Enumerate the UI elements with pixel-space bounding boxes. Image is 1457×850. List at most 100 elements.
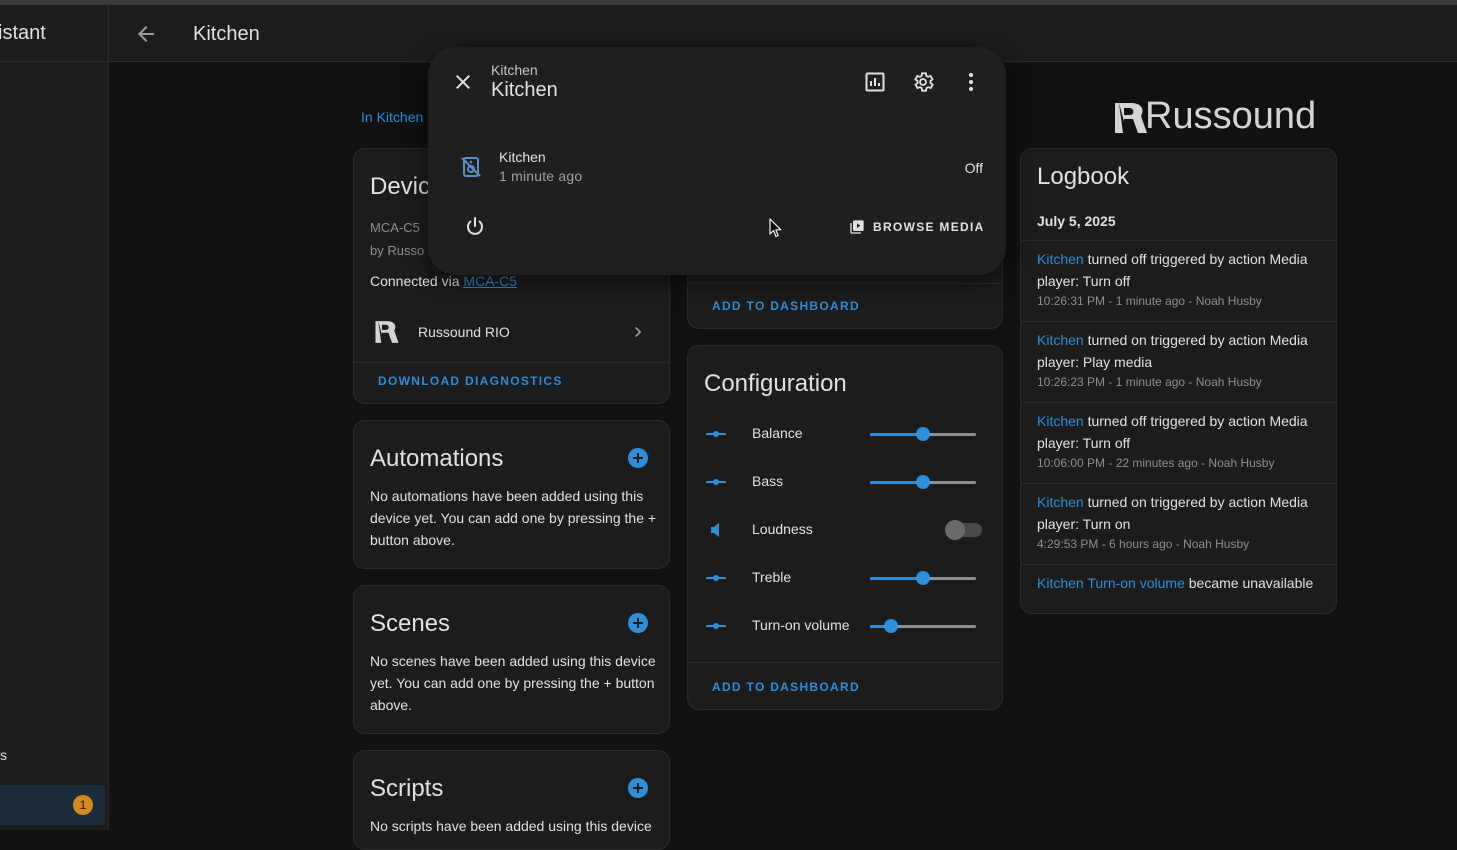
treble-slider[interactable] (870, 571, 976, 585)
scenes-title: Scenes (370, 610, 451, 637)
tune-slider-icon (706, 575, 726, 581)
integration-name: Russound RIO (418, 324, 510, 340)
log-entry-meta: 10:26:23 PM - 1 minute ago - Noah Husby (1037, 375, 1262, 389)
bass-slider[interactable] (870, 475, 976, 489)
dialog-subtitle: Kitchen (491, 62, 538, 78)
dialog-title: Kitchen (491, 79, 558, 101)
config-label: Bass (752, 473, 784, 489)
device-card-divider (354, 362, 669, 363)
config-row-treble: Treble (704, 566, 984, 590)
configuration-add-to-dashboard-button[interactable]: ADD TO DASHBOARD (712, 680, 860, 694)
tune-slider-icon (706, 623, 726, 629)
scripts-title: Scripts (370, 775, 444, 802)
log-entity-link[interactable]: Kitchen (1037, 332, 1084, 348)
russound-integration-icon (375, 321, 399, 343)
log-entry-meta: 4:29:53 PM - 6 hours ago - Noah Husby (1037, 537, 1250, 551)
automations-empty-text: No automations have been added using thi… (370, 488, 657, 548)
device-manufacturer: by Russo (370, 243, 425, 258)
tune-slider-icon (706, 431, 726, 437)
config-label: Treble (752, 569, 792, 585)
configuration-title: Configuration (704, 370, 847, 397)
controls-add-to-dashboard-button[interactable]: ADD TO DASHBOARD (712, 299, 860, 313)
config-row-turn-on-volume: Turn-on volume (704, 614, 984, 638)
scripts-empty-text: No scripts have been added using this de… (370, 818, 652, 834)
loudness-toggle[interactable] (945, 520, 982, 540)
dots-vertical-icon[interactable] (959, 70, 983, 94)
russound-logo-text: Russound (1145, 95, 1317, 137)
arrow-left-icon[interactable] (134, 22, 158, 46)
entity-name: Kitchen (499, 149, 546, 165)
connected-via-link[interactable]: MCA-C5 (463, 273, 517, 289)
automations-card: Automations No automations have been add… (353, 420, 670, 569)
logbook-date: July 5, 2025 (1037, 213, 1116, 229)
sidebar-header-divider (0, 61, 108, 62)
config-row-balance: Balance (704, 422, 984, 446)
logbook-divider (1021, 240, 1336, 241)
speaker-icon (711, 523, 719, 537)
sidebar-app-title: istant (0, 22, 46, 44)
turn-on-volume-slider[interactable] (870, 619, 976, 633)
log-divider (1021, 321, 1336, 322)
scripts-card: Scripts No scripts have been added using… (353, 750, 670, 850)
log-divider (1021, 483, 1336, 484)
controls-card-divider (688, 283, 1002, 284)
add-scene-icon[interactable] (628, 613, 648, 633)
log-entry: Kitchen turned off triggered by action M… (1037, 410, 1322, 472)
logbook-card: Logbook July 5, 2025 Kitchen turned off … (1020, 148, 1337, 614)
automations-title: Automations (370, 445, 504, 472)
config-label: Turn-on volume (752, 617, 850, 633)
configuration-divider (688, 662, 1002, 663)
download-diagnostics-button[interactable]: DOWNLOAD DIAGNOSTICS (378, 374, 563, 388)
log-entity-link[interactable]: Kitchen (1037, 413, 1084, 429)
tune-slider-icon (706, 479, 726, 485)
balance-slider[interactable] (870, 427, 976, 441)
log-entry-meta: 10:26:31 PM - 1 minute ago - Noah Husby (1037, 294, 1262, 308)
chart-icon[interactable] (863, 70, 887, 94)
scenes-empty-text: No scenes have been added using this dev… (370, 653, 656, 713)
log-entry: Kitchen turned on triggered by action Me… (1037, 491, 1322, 553)
log-divider (1021, 564, 1336, 565)
more-info-dialog: Kitchen Kitchen Kitchen 1 minute ago Off… (428, 47, 1006, 275)
add-script-icon[interactable] (628, 778, 648, 798)
page-title: Kitchen (193, 23, 260, 45)
logbook-title: Logbook (1037, 163, 1130, 190)
config-label: Balance (752, 425, 803, 441)
sidebar: istant s 1 (0, 5, 109, 830)
log-entity-link[interactable]: Kitchen (1037, 494, 1084, 510)
slider-thumb[interactable] (916, 475, 930, 489)
slider-thumb[interactable] (916, 427, 930, 441)
sidebar-item-partial[interactable]: s (0, 747, 7, 763)
slider-thumb[interactable] (884, 619, 899, 633)
log-entry-meta: 10:06:00 PM - 22 minutes ago - Noah Husb… (1037, 456, 1275, 470)
area-link[interactable]: In Kitchen (361, 109, 423, 125)
notification-badge: 1 (73, 795, 93, 815)
config-row-loudness: Loudness (704, 518, 984, 542)
entity-state: Off (964, 160, 983, 176)
log-entity-link[interactable]: Kitchen Turn-on volume (1037, 575, 1185, 591)
connected-via-label: Connected via (370, 273, 460, 289)
log-entity-link[interactable]: Kitchen (1037, 251, 1084, 267)
config-label: Loudness (752, 521, 813, 537)
russound-logo: Russound (1111, 95, 1339, 139)
toggle-knob (945, 520, 965, 540)
chevron-right-icon (635, 327, 642, 337)
power-icon[interactable] (463, 215, 487, 239)
slider-thumb[interactable] (916, 571, 930, 585)
config-row-bass: Bass (704, 470, 984, 494)
log-entry: Kitchen turned on triggered by action Me… (1037, 329, 1322, 391)
device-info-title: Devic (370, 173, 431, 200)
log-entry-text: became unavailable (1184, 575, 1314, 591)
entity-last-changed: 1 minute ago (499, 168, 583, 184)
device-model: MCA-C5 (370, 220, 420, 235)
gear-icon[interactable] (911, 70, 935, 94)
log-entry: Kitchen turned off triggered by action M… (1037, 248, 1322, 310)
log-divider (1021, 402, 1336, 403)
mouse-cursor-icon (769, 218, 782, 238)
add-automation-icon[interactable] (628, 448, 648, 468)
scenes-card: Scenes No scenes have been added using t… (353, 585, 670, 734)
integration-row[interactable]: Russound RIO (354, 313, 669, 353)
speaker-off-icon (459, 155, 483, 179)
close-icon[interactable] (451, 70, 475, 94)
media-library-icon (850, 220, 864, 234)
log-entry: Kitchen Turn-on volume became unavailabl… (1037, 572, 1322, 594)
